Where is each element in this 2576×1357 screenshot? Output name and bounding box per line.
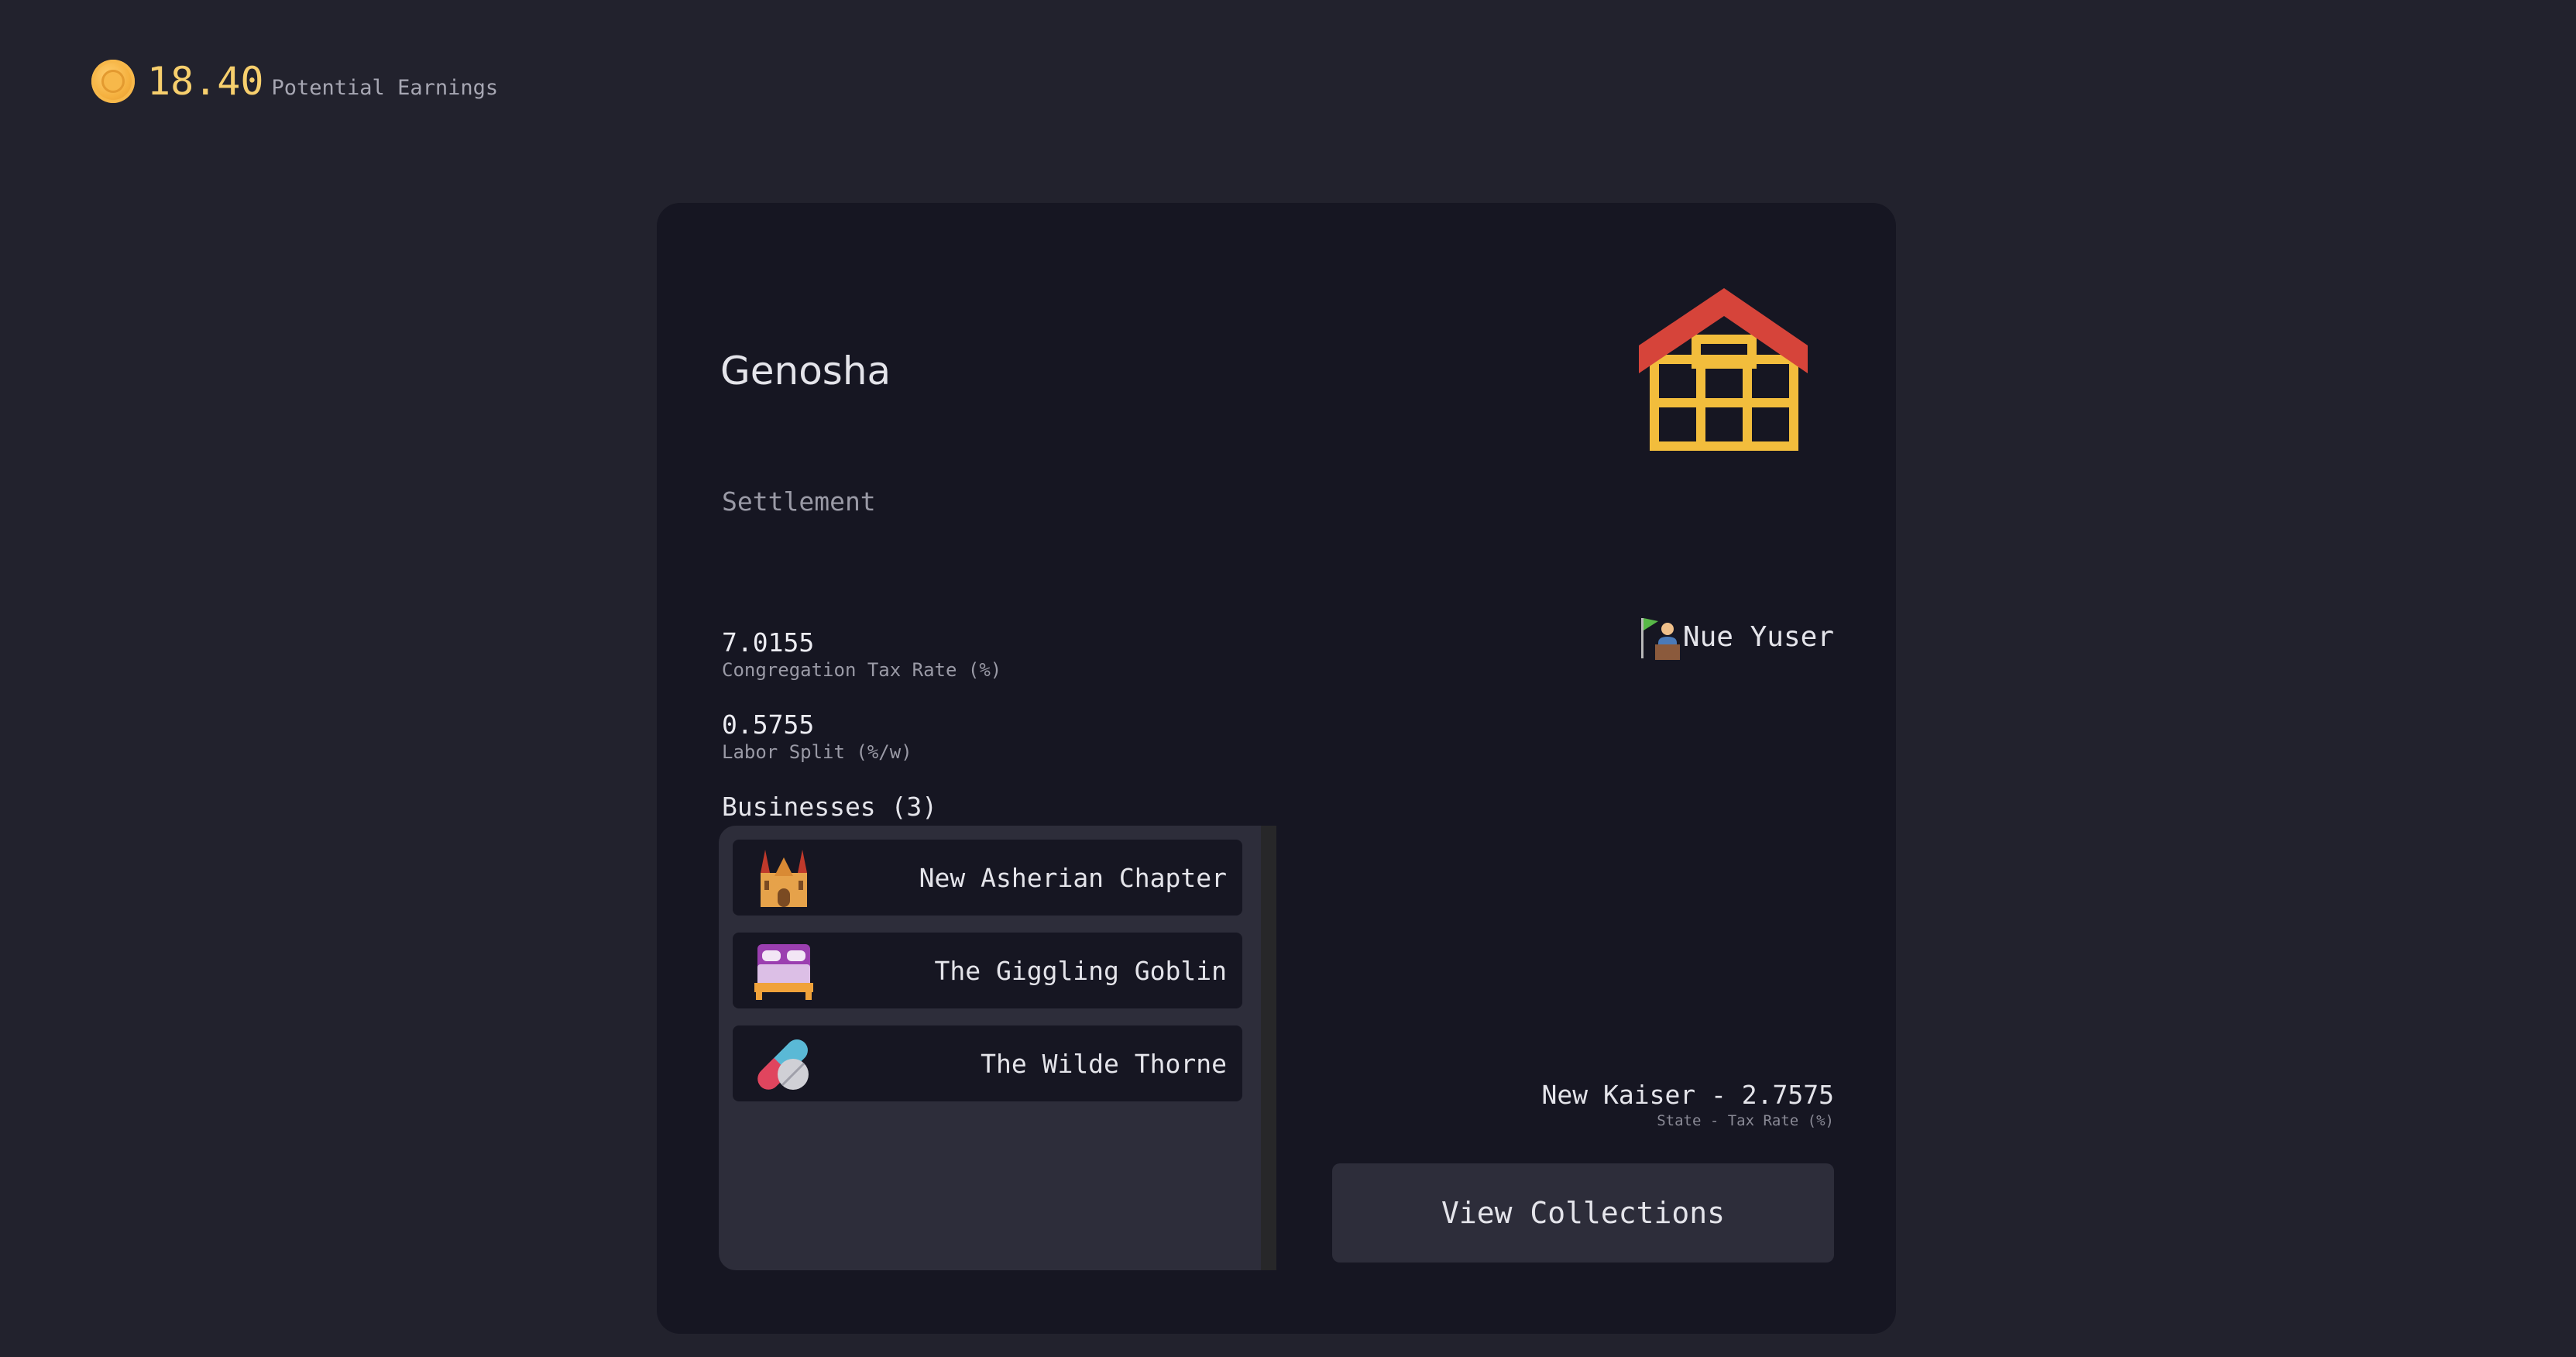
state-tax: New Kaiser - 2.7575 State - Tax Rate (%) [1542, 1080, 1835, 1131]
barn-house-icon [1639, 288, 1808, 451]
stat-labor-split: 0.5755 Labor Split (%/w) [722, 709, 912, 764]
view-collections-button[interactable]: View Collections [1332, 1163, 1834, 1263]
businesses-heading: Businesses (3) [722, 792, 938, 822]
church-icon [761, 850, 807, 907]
state-label: State - Tax Rate (%) [1657, 1112, 1834, 1129]
settlement-card: Genosha Settlement Nue Yuser 7.0155 Cong… [657, 203, 1896, 1334]
ruler: Nue Yuser [1638, 613, 1834, 660]
settlement-name: Genosha [720, 349, 891, 393]
stat-congregation-tax: 7.0155 Congregation Tax Rate (%) [722, 627, 1001, 682]
bed-icon [754, 944, 813, 1000]
settlement-type: Settlement [722, 486, 876, 517]
business-name: New Asherian Chapter [919, 862, 1227, 893]
stat-label: Labor Split (%/w) [722, 741, 912, 763]
businesses-scrollbar[interactable] [1261, 826, 1276, 1270]
stat-label: Congregation Tax Rate (%) [722, 659, 1002, 681]
business-item-the-giggling-goblin[interactable]: The Giggling Goblin [733, 933, 1242, 1008]
stat-value: 7.0155 [722, 627, 815, 658]
businesses-list[interactable]: New Asherian Chapter The Giggling Goblin [719, 826, 1261, 1270]
business-item-the-wilde-thorne[interactable]: The Wilde Thorne [733, 1025, 1242, 1101]
earnings-label: Potential Earnings [271, 76, 499, 100]
business-name: The Wilde Thorne [981, 1048, 1227, 1079]
earnings-value: 18.40 [147, 59, 264, 104]
state-value: New Kaiser - 2.7575 [1541, 1080, 1835, 1110]
business-name: The Giggling Goblin [934, 955, 1228, 986]
stat-value: 0.5755 [722, 709, 815, 740]
pill-icon [757, 1039, 809, 1090]
business-item-new-asherian-chapter[interactable]: New Asherian Chapter [733, 840, 1242, 916]
coin-icon [91, 60, 135, 103]
potential-earnings: 18.40 Potential Earnings [91, 59, 498, 104]
flag-person-icon [1640, 618, 1680, 660]
ruler-name: Nue Yuser [1682, 620, 1834, 653]
